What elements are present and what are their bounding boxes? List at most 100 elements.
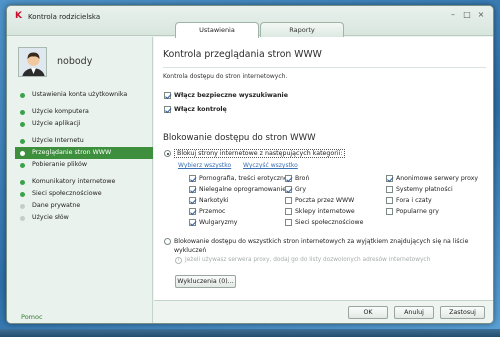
category-label: Poczta przez WWW (295, 197, 355, 204)
page-title: Kontrola przeglądania stron WWW (163, 49, 322, 60)
page-description: Kontrola dostępu do stron internetowych. (163, 73, 288, 80)
cancel-button[interactable]: Anuluj (394, 306, 434, 319)
category-item[interactable]: Anonimowe serwery proxy (386, 175, 478, 183)
status-dot-icon (20, 121, 25, 127)
category-item[interactable]: Poczta przez WWW (285, 197, 354, 205)
status-dot-icon (20, 162, 25, 168)
category-checkbox[interactable] (285, 219, 292, 226)
username: nobody (57, 56, 93, 67)
sidebar-item-label: Dane prywatne (32, 202, 81, 209)
sidebar-item-instant-messengers[interactable]: Komunikatory internetowe (7, 176, 153, 188)
category-checkbox[interactable] (285, 175, 292, 182)
category-item[interactable]: Pornografia, treści erotyczne (189, 175, 288, 183)
category-item[interactable]: Popularne gry (386, 208, 439, 216)
category-checkbox[interactable] (285, 208, 292, 215)
sidebar-item-file-downloads[interactable]: Pobieranie plików (7, 159, 153, 171)
sidebar-item-label: Użycie aplikacji (32, 120, 81, 127)
category-checkbox[interactable] (189, 175, 196, 182)
status-dot-icon (20, 150, 25, 156)
sidebar-item-label: Użycie komputera (32, 108, 89, 115)
exclusions-button[interactable]: Wykluczenia (0)... (175, 275, 236, 288)
main-content: Kontrola przeglądania stron WWW Kontrola… (154, 37, 493, 300)
status-dot-icon (20, 138, 25, 144)
enable-control-option[interactable]: Włącz kontrolę (164, 106, 227, 114)
minimize-icon[interactable]: – (447, 10, 459, 20)
window-controls: – □ × (447, 10, 487, 20)
sidebar-item-label: Użycie Internetu (32, 137, 84, 144)
sidebar-item-label: Ustawienia konta użytkownika (32, 91, 128, 98)
nav-group-account: Ustawienia konta użytkownika (7, 89, 153, 101)
sidebar-item-word-usage[interactable]: Użycie słów (7, 212, 153, 224)
window-title: Kontrola rodzicielska (28, 13, 101, 21)
sidebar-item-account-settings[interactable]: Ustawienia konta użytkownika (7, 89, 153, 101)
nav-group-computer: Użycie komputera Użycie aplikacji (7, 106, 153, 130)
safe-search-option[interactable]: Włącz bezpieczne wyszukiwanie (164, 92, 288, 100)
category-item[interactable]: Narkotyki (189, 197, 229, 205)
ok-button[interactable]: OK (348, 306, 388, 319)
category-label: Sklepy internetowe (295, 208, 355, 215)
category-label: Fora i czaty (396, 197, 432, 204)
category-label: Sieci społecznościowe (295, 219, 364, 226)
category-label: Broń (295, 175, 310, 182)
category-label: Anonimowe serwery proxy (396, 175, 479, 182)
category-item[interactable]: Gry (285, 186, 306, 194)
category-item[interactable]: Sieci społecznościowe (285, 219, 363, 227)
footer-bar: OK Anuluj Zastosuj (154, 300, 493, 323)
sidebar-item-application-usage[interactable]: Użycie aplikacji (7, 118, 153, 130)
taskbar (0, 329, 500, 337)
category-item[interactable]: Systemy płatności (386, 186, 453, 194)
category-label: Pornografia, treści erotyczne (199, 175, 288, 182)
select-all-link[interactable]: Wybierz wszystko (178, 162, 231, 169)
category-item[interactable]: Przemoc (189, 208, 225, 216)
sidebar-item-web-browsing[interactable]: Przeglądanie stron WWW (15, 147, 153, 159)
category-checkbox[interactable] (189, 186, 196, 193)
divider (163, 67, 486, 68)
sidebar-item-label: Pobieranie plików (32, 161, 88, 168)
category-checkbox[interactable] (189, 219, 196, 226)
category-item[interactable]: Nielegalne oprogramowanie (189, 186, 286, 194)
title-bar: K Kontrola rodzicielska Ustawienia Rapor… (7, 6, 493, 38)
block-categories-radio[interactable] (164, 150, 171, 157)
nav-group-communication: Komunikatory internetowe Sieci społeczno… (7, 176, 153, 224)
category-label: Narkotyki (199, 197, 229, 204)
status-dot-icon (20, 179, 25, 185)
category-item[interactable]: Wulgaryzmy (189, 219, 237, 227)
category-label: Przemoc (199, 208, 226, 215)
safe-search-checkbox[interactable] (164, 92, 171, 99)
category-item[interactable]: Sklepy internetowe (285, 208, 355, 216)
category-checkbox[interactable] (285, 197, 292, 204)
enable-control-checkbox[interactable] (164, 106, 171, 113)
sidebar-nav: Ustawienia konta użytkownika Użycie komp… (7, 89, 153, 229)
close-icon[interactable]: × (475, 10, 487, 20)
sidebar-item-label: Przeglądanie stron WWW (32, 149, 112, 156)
sidebar-item-private-data[interactable]: Dane prywatne (7, 200, 153, 212)
category-checkbox[interactable] (386, 186, 393, 193)
category-item[interactable]: Fora i czaty (386, 197, 432, 205)
category-checkbox[interactable] (386, 175, 393, 182)
block-categories-option[interactable]: Blokuj strony internetowe z następującyc… (164, 149, 346, 158)
block-all-label: Blokowanie dostępu do wszystkich stron i… (174, 238, 469, 254)
enable-control-label: Włącz kontrolę (174, 106, 227, 113)
apply-button[interactable]: Zastosuj (440, 306, 485, 319)
category-item[interactable]: Broń (285, 175, 309, 183)
parental-control-window: K Kontrola rodzicielska Ustawienia Rapor… (6, 5, 494, 324)
category-checkbox[interactable] (285, 186, 292, 193)
clear-all-link[interactable]: Wyczyść wszystko (243, 162, 298, 169)
block-all-radio[interactable] (164, 238, 171, 245)
tab-settings[interactable]: Ustawienia (175, 22, 259, 38)
category-label: Wulgaryzmy (199, 219, 238, 226)
safe-search-label: Włącz bezpieczne wyszukiwanie (174, 92, 288, 99)
help-link[interactable]: Pomoc (21, 313, 43, 321)
category-checkbox[interactable] (189, 208, 196, 215)
maximize-icon[interactable]: □ (461, 10, 473, 20)
sidebar-item-internet-usage[interactable]: Użycie Internetu (7, 135, 153, 147)
tab-reports[interactable]: Raporty (260, 22, 344, 37)
category-checkbox[interactable] (386, 208, 393, 215)
block-categories-label: Blokuj strony internetowe z następującyc… (174, 149, 346, 158)
category-checkbox[interactable] (189, 197, 196, 204)
sidebar-item-social-networks[interactable]: Sieci społecznościowe (7, 188, 153, 200)
sidebar-item-computer-usage[interactable]: Użycie komputera (7, 106, 153, 118)
sidebar-item-label: Sieci społecznościowe (32, 190, 102, 197)
category-checkbox[interactable] (386, 197, 393, 204)
sidebar-item-label: Użycie słów (32, 214, 69, 221)
